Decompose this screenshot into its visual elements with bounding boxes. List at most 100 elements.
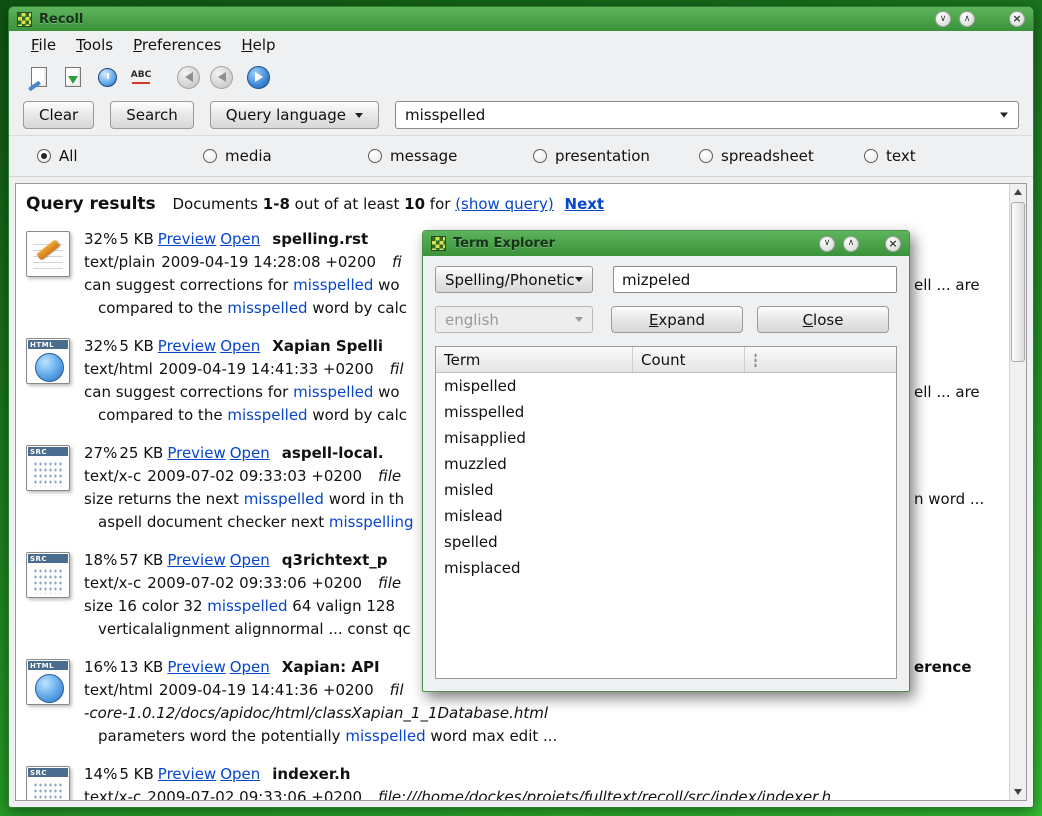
term-list: Term Count mispelled misspelled misappli…	[435, 346, 897, 679]
open-link[interactable]: Open	[220, 765, 260, 783]
desktop-background: Recoll File Tools Preferences Help ABC	[0, 0, 1042, 816]
filter-presentation-radio[interactable]: presentation	[533, 147, 650, 165]
arrow-left-icon	[185, 72, 193, 82]
unshade-button[interactable]	[959, 11, 975, 27]
radio-label: All	[59, 147, 78, 165]
dialog-titlebar[interactable]: Term Explorer	[423, 231, 909, 256]
filter-spreadsheet-radio[interactable]: spreadsheet	[699, 147, 814, 165]
term-row[interactable]: misplaced	[436, 555, 896, 581]
snippet-text: word by calc	[308, 406, 407, 424]
summary-text: out of at least	[295, 195, 400, 213]
menu-help[interactable]: Help	[241, 36, 275, 54]
term-column-header[interactable]: Term	[436, 347, 633, 372]
preview-link[interactable]: Preview	[167, 444, 225, 462]
snippet-text: parameters word the potentially	[98, 727, 345, 745]
doc-url: file:///home/dockes/projets/fulltext/rec…	[378, 788, 831, 801]
open-link[interactable]: Open	[230, 444, 270, 462]
chevron-down-icon	[355, 113, 363, 118]
term-row[interactable]: misled	[436, 477, 896, 503]
term-row[interactable]: misspelled	[436, 399, 896, 425]
preview-link[interactable]: Preview	[158, 230, 216, 248]
result-title: q3richtext_p	[282, 551, 388, 569]
term-explorer-abc-icon: ABC	[131, 71, 151, 84]
clear-button[interactable]: Clear	[23, 101, 94, 129]
preview-link[interactable]: Preview	[167, 658, 225, 676]
results-scrollbar[interactable]	[1009, 184, 1026, 800]
highlighted-term: misspelled	[227, 299, 307, 317]
scrollbar-thumb[interactable]	[1011, 202, 1025, 362]
expansion-mode-select[interactable]: Spelling/Phonetic	[435, 266, 593, 293]
term-row[interactable]: misapplied	[436, 425, 896, 451]
term-row[interactable]: mispelled	[436, 373, 896, 399]
filter-media-radio[interactable]: media	[203, 147, 272, 165]
dialog-close-action-button[interactable]: Close	[757, 306, 889, 333]
open-link[interactable]: Open	[230, 551, 270, 569]
clear-search-icon	[31, 67, 47, 87]
count-column-header[interactable]: Count	[633, 347, 745, 372]
first-page-button[interactable]	[177, 66, 200, 89]
radio-icon	[699, 149, 713, 163]
close-icon	[888, 238, 897, 250]
doc-url: file	[378, 574, 401, 592]
radio-icon	[864, 149, 878, 163]
file-size: 13 KB	[119, 658, 163, 676]
preview-link[interactable]: Preview	[158, 765, 216, 783]
window-titlebar[interactable]: Recoll	[9, 7, 1033, 31]
radio-label: text	[886, 147, 916, 165]
search-button[interactable]: Search	[110, 101, 194, 129]
combo-arrow-icon[interactable]	[1000, 113, 1008, 118]
result-item: SRC 14%5 KBPreviewOpenindexer.h text/x-c…	[26, 763, 1006, 801]
recoll-window: Recoll File Tools Preferences Help ABC	[8, 6, 1034, 808]
language-select[interactable]: english	[435, 306, 593, 333]
recoll-app-icon	[431, 236, 446, 251]
dialog-unshade-button[interactable]	[843, 236, 859, 252]
results-panel: Query results Documents 1-8 out of at le…	[15, 183, 1027, 801]
save-search-button[interactable]	[61, 64, 85, 90]
menu-tools[interactable]: Tools	[76, 36, 113, 54]
preview-link[interactable]: Preview	[158, 337, 216, 355]
snippet-fragment: ell ... are	[914, 274, 980, 297]
filter-all-radio[interactable]: All	[37, 147, 78, 165]
menu-file[interactable]: File	[31, 36, 56, 54]
clear-search-button[interactable]	[27, 64, 51, 90]
mime-type: text/html	[84, 681, 153, 699]
dialog-shade-button[interactable]	[819, 236, 835, 252]
term-cell: mislead	[436, 507, 633, 525]
query-language-button[interactable]: Query language	[210, 101, 379, 129]
snippet-fragment: ell ... are	[914, 381, 980, 404]
scroll-up-button[interactable]	[1010, 184, 1026, 200]
filter-message-radio[interactable]: message	[368, 147, 457, 165]
query-combobox[interactable]	[395, 101, 1019, 129]
menu-preferences[interactable]: Preferences	[133, 36, 221, 54]
history-button[interactable]	[95, 64, 119, 90]
snippet-text: wo	[373, 276, 399, 294]
icon-tag: HTML	[28, 340, 68, 349]
term-row[interactable]: spelled	[436, 529, 896, 555]
term-explorer-dialog: Term Explorer Spelling/Phonetic english	[422, 230, 910, 692]
scroll-down-button[interactable]	[1010, 784, 1026, 800]
preview-link[interactable]: Preview	[167, 551, 225, 569]
show-query-link[interactable]: (show query)	[455, 195, 554, 213]
next-page-link[interactable]: Next	[565, 195, 605, 213]
close-icon	[1012, 13, 1021, 25]
expand-button[interactable]: Expand	[611, 306, 743, 333]
open-link[interactable]: Open	[230, 658, 270, 676]
open-link[interactable]: Open	[220, 230, 260, 248]
scrollbar-track[interactable]	[1010, 200, 1026, 784]
term-row[interactable]: mislead	[436, 503, 896, 529]
file-type-icon: SRC	[26, 766, 70, 801]
next-page-button[interactable]	[247, 66, 270, 89]
close-button[interactable]	[1009, 11, 1025, 27]
query-input[interactable]	[396, 102, 1018, 128]
shade-button[interactable]	[935, 11, 951, 27]
open-link[interactable]: Open	[220, 337, 260, 355]
term-explorer-button[interactable]: ABC	[129, 64, 153, 90]
radio-checked-icon	[37, 149, 51, 163]
term-row[interactable]: muzzled	[436, 451, 896, 477]
toolbar: ABC	[9, 59, 1033, 95]
dialog-close-button[interactable]	[885, 236, 901, 252]
term-input[interactable]	[613, 266, 897, 293]
filter-text-radio[interactable]: text	[864, 147, 916, 165]
doc-date: 2009-04-19 14:28:08 +0200	[161, 253, 376, 271]
prev-page-button[interactable]	[210, 66, 233, 89]
